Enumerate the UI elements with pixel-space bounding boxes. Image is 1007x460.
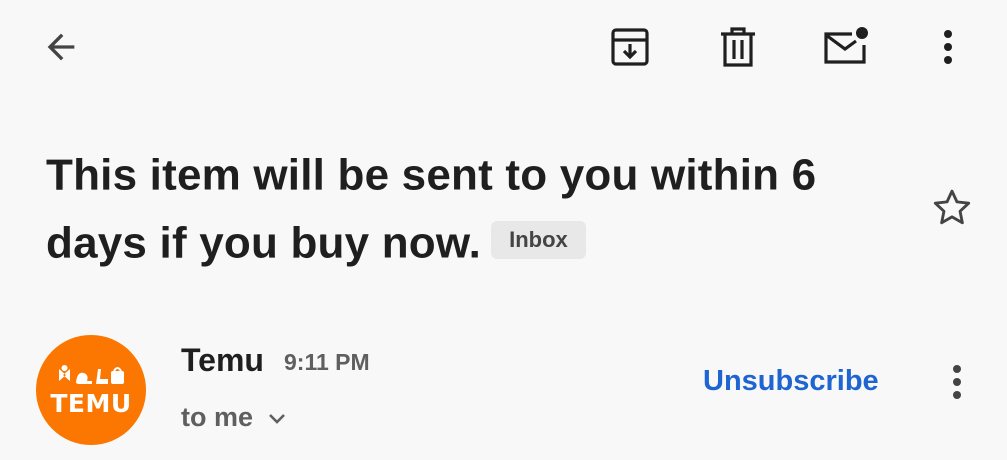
top-toolbar: [0, 0, 1007, 96]
email-subject: This item will be sent to you within 6 d…: [46, 140, 906, 277]
temu-logo-glyphs-icon: [59, 365, 124, 384]
mark-unread-icon: [824, 27, 868, 64]
inbox-label-chip[interactable]: Inbox: [491, 220, 586, 259]
more-options-button[interactable]: [918, 17, 978, 77]
subject-text: This item will be sent to you within 6 d…: [46, 150, 817, 268]
recipient-text: to me: [181, 401, 254, 432]
archive-button[interactable]: [600, 17, 660, 77]
mark-unread-button[interactable]: [815, 17, 875, 77]
star-outline-icon: [933, 189, 971, 225]
back-button[interactable]: [31, 17, 91, 77]
more-vert-icon: [944, 30, 952, 64]
more-vert-icon: [953, 365, 961, 399]
chevron-down-icon: [269, 414, 285, 424]
sender-name[interactable]: Temu: [181, 341, 264, 379]
sent-time: 9:11 PM: [284, 349, 370, 375]
avatar-brand-text: TEMU: [50, 389, 132, 418]
trash-icon: [721, 27, 755, 67]
email-view: This item will be sent to you within 6 d…: [0, 0, 1007, 460]
message-more-options-button[interactable]: [932, 352, 982, 412]
arrow-back-icon: [47, 33, 75, 61]
unsubscribe-link[interactable]: Unsubscribe: [703, 363, 879, 399]
archive-icon: [611, 28, 649, 66]
delete-button[interactable]: [708, 17, 768, 77]
sender-avatar[interactable]: TEMU: [36, 335, 146, 445]
recipient-details-toggle[interactable]: to me: [181, 397, 287, 437]
star-button[interactable]: [924, 180, 980, 236]
